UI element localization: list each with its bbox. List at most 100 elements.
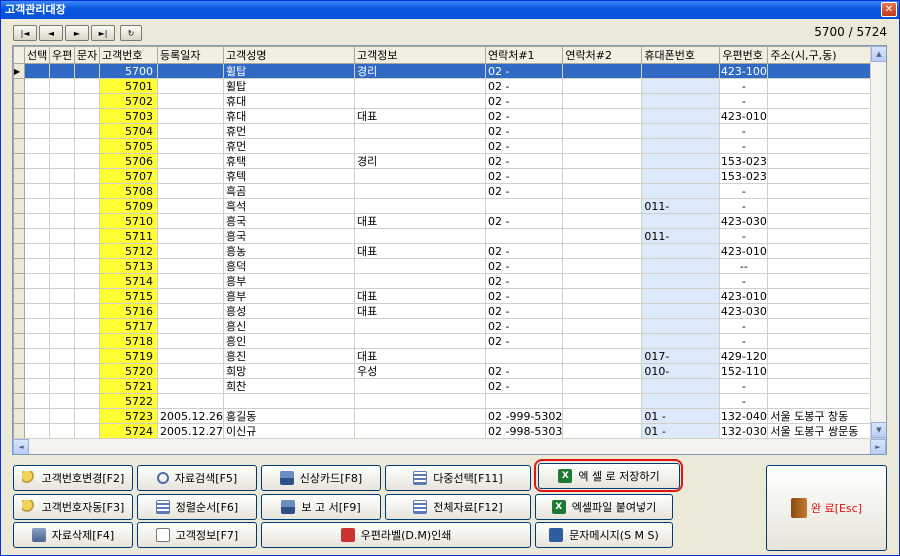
customer-name-cell[interactable]: 흥인: [222, 333, 355, 349]
customer-info-cell[interactable]: [353, 378, 486, 394]
sms-cell[interactable]: [74, 348, 100, 364]
customer-no-cell[interactable]: 5714: [99, 273, 158, 289]
phone1-cell[interactable]: 02 -: [484, 318, 564, 334]
mobile-cell[interactable]: [641, 183, 721, 199]
zip-cell[interactable]: 423-010: [719, 108, 769, 124]
sms-cell[interactable]: [74, 393, 100, 409]
select-cell[interactable]: [24, 63, 50, 79]
address-cell[interactable]: [767, 123, 881, 139]
mobile-cell[interactable]: [641, 78, 721, 94]
mobile-cell[interactable]: 01 -: [641, 423, 721, 439]
customer-info-cell[interactable]: [353, 273, 486, 289]
customer-name-cell[interactable]: 희망: [222, 363, 355, 379]
scroll-right-icon[interactable]: ►: [870, 439, 886, 454]
select-cell[interactable]: [24, 258, 50, 274]
sms-cell[interactable]: [74, 258, 100, 274]
phone1-cell[interactable]: 02 -: [484, 78, 564, 94]
zip-cell[interactable]: -: [719, 198, 769, 214]
zip-cell[interactable]: 429-120: [719, 348, 769, 364]
phone2-cell[interactable]: [562, 303, 643, 319]
table-row[interactable]: 5719 흥진 대표 017- 429-120: [13, 348, 881, 364]
customer-no-cell[interactable]: 5718: [99, 333, 158, 349]
address-cell[interactable]: 서울 도봉구 쌍문동: [767, 423, 881, 439]
sms-cell[interactable]: [74, 168, 100, 184]
reg-date-cell[interactable]: [157, 168, 224, 184]
row-indicator[interactable]: [13, 183, 25, 199]
sms-cell[interactable]: [74, 108, 100, 124]
customer-no-cell[interactable]: 5710: [99, 213, 158, 229]
column-header[interactable]: 고객정보: [353, 46, 486, 64]
column-header[interactable]: 주소(시,구,동): [767, 46, 881, 64]
address-cell[interactable]: [767, 288, 881, 304]
customer-name-cell[interactable]: [222, 393, 355, 409]
reg-date-cell[interactable]: [157, 303, 224, 319]
customer-info-cell[interactable]: [353, 228, 486, 244]
customer-no-cell[interactable]: 5701: [99, 78, 158, 94]
row-indicator[interactable]: [13, 153, 25, 169]
zip-cell[interactable]: -: [719, 123, 769, 139]
reg-date-cell[interactable]: [157, 183, 224, 199]
zip-cell[interactable]: -: [719, 378, 769, 394]
address-cell[interactable]: [767, 348, 881, 364]
select-cell[interactable]: [24, 273, 50, 289]
sms-cell[interactable]: [74, 63, 100, 79]
phone1-cell[interactable]: 02 -: [484, 213, 564, 229]
zip-cell[interactable]: -: [719, 318, 769, 334]
multi-select-button[interactable]: 다중선택[F11]: [385, 465, 531, 491]
table-row[interactable]: 5724 2005.12.27 이신규 02 -998-5303 01 -132-030…: [13, 423, 881, 439]
phone1-cell[interactable]: [484, 348, 564, 364]
row-indicator[interactable]: [13, 423, 25, 439]
address-cell[interactable]: [767, 243, 881, 259]
customer-info-cell[interactable]: [353, 123, 486, 139]
reg-date-cell[interactable]: [157, 153, 224, 169]
last-record-button[interactable]: ►|: [91, 25, 115, 41]
reg-date-cell[interactable]: [157, 123, 224, 139]
phone2-cell[interactable]: [562, 168, 643, 184]
customer-info-cell[interactable]: [353, 423, 486, 439]
customer-name-cell[interactable]: 흥농: [222, 243, 355, 259]
reg-date-cell[interactable]: [157, 378, 224, 394]
first-record-button[interactable]: |◄: [13, 25, 37, 41]
table-row[interactable]: 5702 휴대 02 - -: [13, 93, 881, 109]
phone2-cell[interactable]: [562, 93, 643, 109]
sms-cell[interactable]: [74, 363, 100, 379]
phone1-cell[interactable]: 02 -: [484, 63, 564, 79]
customer-no-cell[interactable]: 5703: [99, 108, 158, 124]
zip-cell[interactable]: 423-030: [719, 213, 769, 229]
select-cell[interactable]: [24, 318, 50, 334]
mail-cell[interactable]: [49, 423, 75, 439]
table-row[interactable]: 5705 휴먼 02 - -: [13, 138, 881, 154]
select-cell[interactable]: [24, 348, 50, 364]
address-cell[interactable]: [767, 303, 881, 319]
sms-cell[interactable]: [74, 213, 100, 229]
select-cell[interactable]: [24, 378, 50, 394]
column-header[interactable]: 선택: [24, 46, 50, 64]
sms-cell[interactable]: [74, 273, 100, 289]
phone2-cell[interactable]: [562, 153, 643, 169]
row-indicator[interactable]: [13, 168, 25, 184]
mobile-cell[interactable]: [641, 273, 721, 289]
sms-cell[interactable]: [74, 78, 100, 94]
column-header[interactable]: 고객성명: [222, 46, 355, 64]
row-indicator[interactable]: [13, 333, 25, 349]
mail-cell[interactable]: [49, 78, 75, 94]
customer-no-cell[interactable]: 5705: [99, 138, 158, 154]
phone2-cell[interactable]: [562, 348, 643, 364]
search-data-button[interactable]: 자료검색[F5]: [137, 465, 257, 491]
select-cell[interactable]: [24, 303, 50, 319]
row-indicator[interactable]: [13, 318, 25, 334]
customer-no-cell[interactable]: 5707: [99, 168, 158, 184]
change-customer-no-button[interactable]: 고객번호변경[F2]: [13, 465, 133, 491]
zip-cell[interactable]: -: [719, 93, 769, 109]
mail-cell[interactable]: [49, 198, 75, 214]
sms-cell[interactable]: [74, 123, 100, 139]
customer-info-cell[interactable]: 대표: [353, 303, 486, 319]
mobile-cell[interactable]: [641, 288, 721, 304]
done-button[interactable]: 완 료[Esc]: [766, 465, 887, 551]
table-row[interactable]: 5704 휴먼 02 - -: [13, 123, 881, 139]
mail-cell[interactable]: [49, 333, 75, 349]
mobile-cell[interactable]: [641, 63, 721, 79]
sms-cell[interactable]: [74, 243, 100, 259]
mail-cell[interactable]: [49, 153, 75, 169]
zip-cell[interactable]: 423-100: [719, 63, 769, 79]
